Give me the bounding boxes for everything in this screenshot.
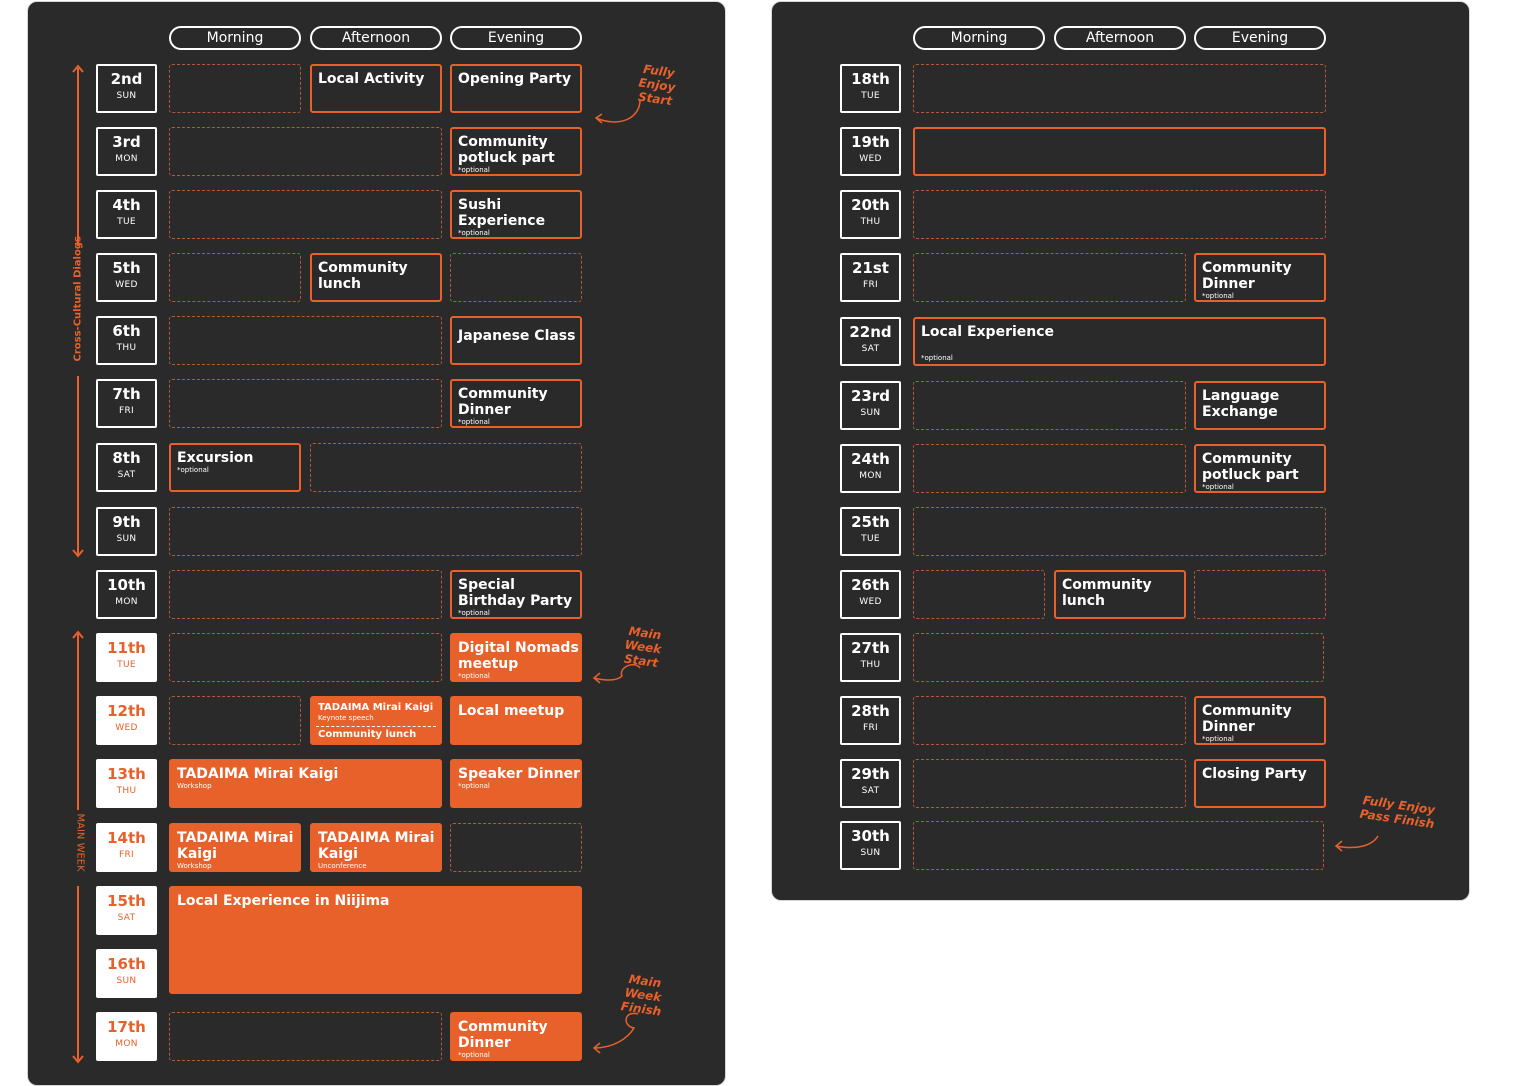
event-special-birthday-party[interactable]: Special Birthday Party *optional	[450, 570, 582, 619]
slot-outlined-empty	[913, 127, 1326, 176]
date-23: 23rd SUN	[840, 381, 901, 430]
curved-arrow-icon	[594, 99, 641, 124]
event-excursion[interactable]: Excursion *optional	[169, 443, 301, 492]
slot-empty	[169, 696, 301, 745]
slot-empty	[450, 253, 582, 302]
curved-arrow-icon	[592, 1012, 639, 1054]
event-digital-nomads-meetup[interactable]: Digital Nomads meetup *optional	[450, 633, 582, 682]
event-tadaima-workshop[interactable]: TADAIMA Mirai Kaigi Workshop	[169, 759, 442, 808]
header-afternoon: Afternoon	[1054, 26, 1186, 50]
date-25: 25th TUE	[840, 507, 901, 556]
slot-empty	[169, 633, 442, 682]
slot-empty	[450, 823, 582, 872]
slot-empty	[913, 696, 1186, 745]
event-community-potluck-24[interactable]: Community potluck part *optional	[1194, 444, 1326, 493]
date-16: 16th SUN	[96, 949, 157, 998]
slot-empty	[169, 190, 442, 239]
curved-arrow-icon	[592, 664, 641, 684]
date-14: 14th FRI	[96, 823, 157, 872]
event-community-dinner-28[interactable]: Community Dinner *optional	[1194, 696, 1326, 745]
date-22: 22nd SAT	[840, 317, 901, 366]
header-afternoon: Afternoon	[310, 26, 442, 50]
slot-empty	[169, 316, 442, 365]
event-japanese-class[interactable]: Japanese Class	[450, 316, 582, 365]
date-24: 24th MON	[840, 444, 901, 493]
left-schedule-panel: Morning Afternoon Evening Cross-Cultural…	[27, 1, 726, 1086]
date-12: 12th WED	[96, 696, 157, 745]
event-tadaima-unconference[interactable]: TADAIMA Mirai Kaigi Unconference	[310, 823, 442, 872]
slot-empty	[913, 570, 1045, 619]
date-6: 6th THU	[96, 316, 157, 365]
slot-empty	[169, 507, 582, 556]
date-20: 20th THU	[840, 190, 901, 239]
event-community-lunch[interactable]: Community lunch	[310, 253, 442, 302]
event-community-dinner-17[interactable]: Community Dinner *optional	[450, 1012, 582, 1061]
date-26: 26th WED	[840, 570, 901, 619]
date-28: 28th FRI	[840, 696, 901, 745]
date-7: 7th FRI	[96, 379, 157, 428]
event-sushi-experience[interactable]: Sushi Experience *optional	[450, 190, 582, 239]
date-30: 30th SUN	[840, 821, 901, 870]
slot-empty	[913, 64, 1326, 113]
slot-empty	[1194, 570, 1326, 619]
slot-empty	[913, 381, 1186, 430]
slot-empty	[913, 759, 1186, 808]
curved-arrow-icon	[1334, 835, 1379, 852]
date-17: 17th MON	[96, 1012, 157, 1061]
event-tadaima-keynote-and-lunch[interactable]: TADAIMA Mirai Kaigi Keynote speech Commu…	[310, 696, 442, 745]
event-community-dinner[interactable]: Community Dinner *optional	[450, 379, 582, 428]
slot-empty	[169, 379, 442, 428]
date-2: 2nd SUN	[96, 64, 157, 113]
header-morning: Morning	[913, 26, 1045, 50]
main-week-label: MAIN WEEK	[74, 813, 86, 872]
event-community-potluck[interactable]: Community potluck part *optional	[450, 127, 582, 176]
event-local-experience[interactable]: Local Experience *optional	[913, 317, 1326, 366]
date-10: 10th MON	[96, 570, 157, 619]
slot-empty	[310, 443, 582, 492]
note-fully-enjoy-pass-finish: Fully Enjoy Pass Finish	[1358, 793, 1436, 832]
date-29: 29th SAT	[840, 759, 901, 808]
event-language-exchange[interactable]: Language Exchange	[1194, 381, 1326, 430]
event-community-dinner-21[interactable]: Community Dinner *optional	[1194, 253, 1326, 302]
slot-empty	[913, 821, 1324, 870]
date-19: 19th WED	[840, 127, 901, 176]
event-closing-party[interactable]: Closing Party	[1194, 759, 1326, 808]
date-15: 15th SAT	[96, 886, 157, 935]
event-community-lunch-26[interactable]: Community lunch	[1054, 570, 1186, 619]
slot-empty	[169, 570, 442, 619]
date-4: 4th TUE	[96, 190, 157, 239]
date-9: 9th SUN	[96, 507, 157, 556]
cross-cultural-label: Cross-Cultural Dialogs	[72, 236, 84, 362]
slot-empty	[169, 253, 301, 302]
event-local-experience-niijima[interactable]: Local Experience in Niijima	[169, 886, 582, 994]
slot-empty	[913, 444, 1186, 493]
header-evening: Evening	[450, 26, 582, 50]
date-27: 27th THU	[840, 633, 901, 682]
slot-empty	[169, 127, 442, 176]
date-3: 3rd MON	[96, 127, 157, 176]
slot-empty	[913, 633, 1324, 682]
event-speaker-dinner[interactable]: Speaker Dinner *optional	[450, 759, 582, 808]
right-schedule-panel: Morning Afternoon Evening 18th TUE 19th WE…	[771, 1, 1470, 901]
date-13: 13th THU	[96, 759, 157, 808]
date-5: 5th WED	[96, 253, 157, 302]
header-evening: Evening	[1194, 26, 1326, 50]
slot-empty	[913, 190, 1326, 239]
event-local-meetup[interactable]: Local meetup	[450, 696, 582, 745]
event-opening-party[interactable]: Opening Party	[450, 64, 582, 113]
slot-empty	[169, 64, 301, 113]
slot-empty	[169, 1012, 442, 1061]
date-8: 8th SAT	[96, 443, 157, 492]
slot-empty	[913, 507, 1326, 556]
header-morning: Morning	[169, 26, 301, 50]
slot-empty	[913, 253, 1186, 302]
event-local-activity[interactable]: Local Activity	[310, 64, 442, 113]
date-11: 11th TUE	[96, 633, 157, 682]
date-21: 21st FRI	[840, 253, 901, 302]
date-18: 18th TUE	[840, 64, 901, 113]
event-tadaima-workshop-2[interactable]: TADAIMA Mirai Kaigi Workshop	[169, 823, 301, 872]
